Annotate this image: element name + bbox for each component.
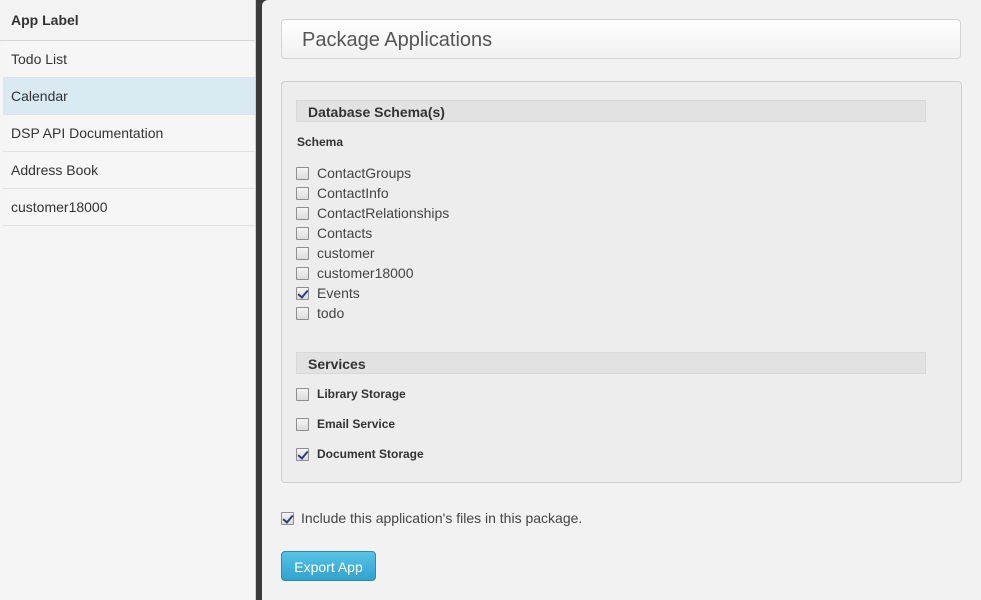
schema-option-contactrelationships[interactable]: ContactRelationships [296,203,449,223]
checkbox[interactable] [296,387,309,401]
include-files-checkbox[interactable] [281,511,294,525]
sidebar-item-calendar[interactable]: Calendar [3,78,255,115]
service-label: Email Service [317,417,396,431]
sidebar: App Label Todo List Calendar DSP API Doc… [0,0,256,600]
page-title: Package Applications [302,29,493,51]
checkbox[interactable] [296,306,309,320]
checkbox-checked[interactable] [296,286,309,300]
schema-label: Events [317,285,360,301]
schema-label: customer18000 [317,265,414,281]
service-option-document-storage[interactable]: Document Storage [296,444,424,464]
schema-option-customer[interactable]: customer [296,243,375,263]
sidebar-header: App Label [0,0,255,41]
schema-label: Contacts [317,225,373,241]
schema-option-customer18000[interactable]: customer18000 [296,263,414,283]
checkbox[interactable] [296,417,309,431]
schema-option-events[interactable]: Events [296,283,360,303]
schema-label: ContactRelationships [317,205,450,221]
sidebar-item-todo-list[interactable]: Todo List [3,41,255,78]
checkbox[interactable] [296,166,309,180]
schema-label: todo [317,305,345,321]
service-option-library-storage[interactable]: Library Storage [296,384,406,404]
schema-option-contactgroups[interactable]: ContactGroups [296,163,411,183]
include-files-label: Include this application's files in this… [301,510,583,526]
service-label: Document Storage [317,447,424,461]
schema-option-contacts[interactable]: Contacts [296,223,372,243]
schema-label: customer [317,245,375,261]
schema-label: ContactGroups [317,165,412,181]
main-content: Package Applications Database Schema(s) … [262,0,981,600]
checkbox[interactable] [296,226,309,240]
database-schemas-heading: Database Schema(s) [296,100,926,122]
page-title-box: Package Applications [281,19,961,59]
sidebar-item-customer18000[interactable]: customer18000 [3,189,255,226]
checkbox-checked[interactable] [296,447,309,461]
service-option-email-service[interactable]: Email Service [296,414,395,434]
schema-option-todo[interactable]: todo [296,303,344,323]
checkbox[interactable] [296,246,309,260]
checkbox[interactable] [296,206,309,220]
package-options-panel: Database Schema(s) Schema ContactGroups … [281,81,962,483]
export-app-button[interactable]: Export App [281,551,376,581]
include-files-option[interactable]: Include this application's files in this… [281,510,582,526]
services-heading: Services [296,352,926,374]
schema-subheading: Schema [297,135,344,149]
sidebar-item-address-book[interactable]: Address Book [3,152,255,189]
schema-label: ContactInfo [317,185,389,201]
checkbox[interactable] [296,186,309,200]
checkbox[interactable] [296,266,309,280]
service-label: Library Storage [317,387,406,401]
app-window: App Label Todo List Calendar DSP API Doc… [0,0,981,600]
sidebar-item-dsp-api-documentation[interactable]: DSP API Documentation [3,115,255,152]
schema-option-contactinfo[interactable]: ContactInfo [296,183,389,203]
